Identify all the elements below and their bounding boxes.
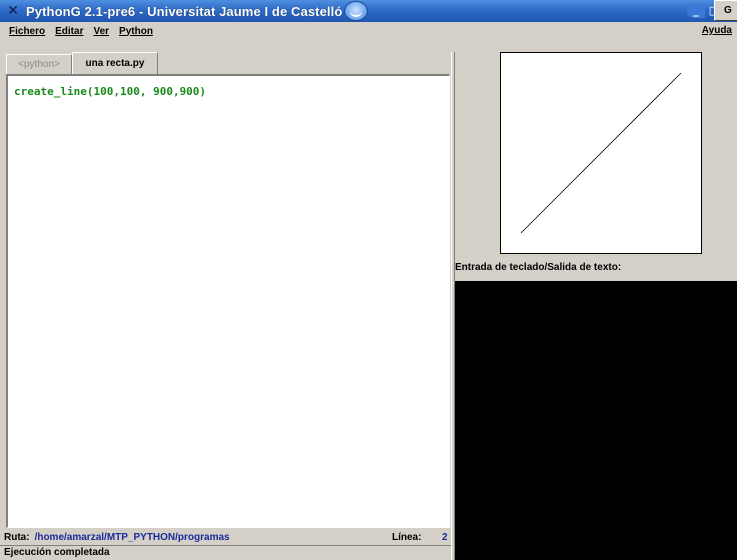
io-button[interactable]: G bbox=[714, 0, 737, 21]
swirl-icon bbox=[344, 1, 368, 21]
menu-editar[interactable]: Editar bbox=[50, 26, 88, 37]
title-bar: ✕ PythonG 2.1-pre6 - Universitat Jaume I… bbox=[0, 0, 737, 22]
canvas-svg bbox=[520, 72, 682, 234]
menu-python[interactable]: Python bbox=[114, 26, 158, 37]
menu-ver[interactable]: Ver bbox=[88, 26, 114, 37]
editor-tabs: <python> una recta.py bbox=[6, 52, 158, 74]
menu-bar: Fichero Editar Ver Python Ayuda bbox=[0, 22, 737, 40]
menu-fichero[interactable]: Fichero bbox=[4, 26, 50, 37]
code-line: create_line(100,100, 900,900) bbox=[14, 85, 207, 98]
tab-una-recta[interactable]: una recta.py bbox=[72, 52, 158, 74]
path-value: /home/amarzal/MTP_PYTHON/programas bbox=[34, 531, 230, 543]
drawn-line bbox=[520, 72, 682, 234]
path-label: Ruta: bbox=[4, 531, 30, 543]
text-console[interactable] bbox=[455, 281, 737, 560]
graphics-canvas bbox=[500, 52, 702, 254]
minimize-button[interactable]: _ bbox=[687, 4, 705, 18]
line-label: Línea: bbox=[392, 531, 422, 543]
status-message: Ejecución completada bbox=[0, 545, 452, 560]
io-header: Entrada de teclado/Salida de texto: bbox=[455, 257, 737, 279]
io-label: Entrada de teclado/Salida de texto: bbox=[455, 262, 622, 273]
window-title: PythonG 2.1-pre6 - Universitat Jaume I d… bbox=[26, 3, 343, 19]
line-value: 2 bbox=[442, 531, 448, 543]
menu-ayuda[interactable]: Ayuda bbox=[697, 25, 737, 36]
status-bar: Ruta: /home/amarzal/MTP_PYTHON/programas… bbox=[0, 529, 452, 545]
tab-python[interactable]: <python> bbox=[6, 54, 72, 74]
code-editor[interactable]: create_line(100,100, 900,900) bbox=[6, 74, 450, 528]
x-logo-icon[interactable]: ✕ bbox=[4, 2, 22, 20]
